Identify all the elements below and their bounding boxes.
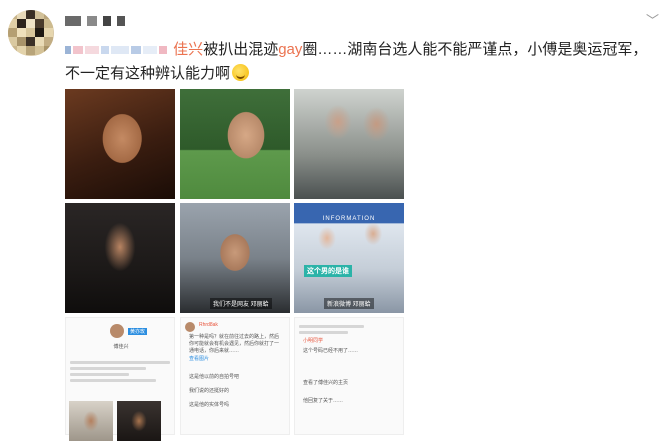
reply-1: 查看了傅佳兴的主页 — [303, 380, 349, 386]
avatar[interactable] — [8, 10, 54, 56]
thumbnail-face[interactable] — [69, 401, 113, 441]
reply-2: 我们说的还挺好的 — [189, 388, 230, 394]
photo-2[interactable] — [180, 89, 290, 199]
photo-4[interactable] — [65, 203, 175, 313]
view-image-link[interactable]: 查看图片 — [189, 356, 283, 363]
sign-text: INFORMATION — [322, 216, 376, 222]
reply-3: 这是他的实体号吗 — [189, 402, 230, 408]
chevron-down-icon[interactable]: ﹀ — [646, 10, 659, 29]
photo-1[interactable] — [65, 89, 175, 199]
photo-3[interactable] — [294, 89, 404, 199]
post-text: 佳兴被扒出混迹gay圈……湖南台选人能不能严谨点，小傅是奥运冠军，不一定有这种辨… — [65, 38, 655, 86]
photo-6[interactable]: INFORMATION 这个男的是谁 新浪微博 邓丽蛤 — [294, 203, 404, 313]
photo-caption: 我们不是网友 邓丽蛤 — [210, 298, 272, 309]
thumbnail-face[interactable] — [117, 401, 161, 441]
laughing-emoji-icon — [232, 64, 250, 81]
photo-5[interactable]: 我们不是网友 邓丽蛤 — [180, 203, 290, 313]
comment-text: 第一种是吗？就在前往过去的路上，然后你可能就会有机会遇见，然后你就打了一通电话，… — [189, 334, 280, 354]
post-body-1: 被扒出混迹 — [203, 41, 279, 58]
name-badge: 黄亦玫 — [128, 328, 148, 335]
reply-1: 这是他以前的自拍号吧 — [189, 374, 240, 380]
photo-caption: 新浪微博 邓丽蛤 — [324, 298, 374, 309]
profile-name: 傅佳兴 — [113, 344, 129, 350]
author-name-masked[interactable] — [65, 14, 125, 28]
commenter-name: 小明同学 — [303, 338, 324, 344]
reply-2: 他回复了关于…… — [303, 398, 344, 404]
keyword-link[interactable]: gay — [278, 41, 302, 58]
masked-mention — [65, 41, 173, 58]
avatar — [110, 324, 124, 338]
mention-link[interactable]: 佳兴 — [173, 41, 203, 58]
screenshot-2[interactable]: Rhrd8ak 第一种是吗？就在前往过去的路上，然后你可能就会有机会遇见，然后你… — [180, 317, 290, 435]
avatar — [185, 322, 195, 332]
comment-text: 这个号码已经不用了…… — [303, 348, 359, 354]
photo-tag: 这个男的是谁 — [304, 265, 352, 277]
screenshot-3[interactable]: 小明同学 这个号码已经不用了…… 查看了傅佳兴的主页 他回复了关于…… — [294, 317, 404, 435]
commenter-name: Rhrd8ak — [199, 322, 218, 328]
